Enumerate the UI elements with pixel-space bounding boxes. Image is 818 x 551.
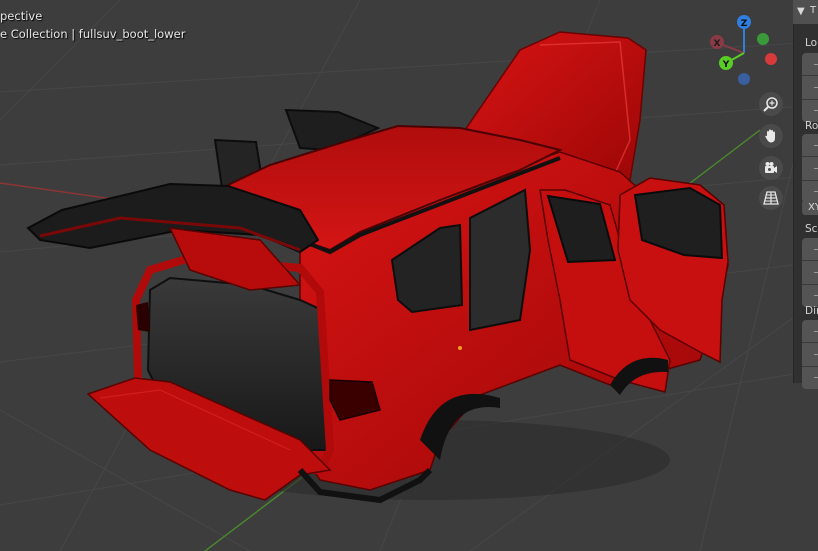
dimensions-label: Dir	[805, 305, 818, 317]
pan-button[interactable]	[759, 124, 783, 148]
grid-icon	[763, 191, 779, 205]
dimensions-fields[interactable]	[802, 320, 818, 389]
panel-tab-header[interactable]: ▼ T	[793, 0, 818, 24]
panel-tab-label: T	[810, 5, 817, 16]
rotation-mode-dropdown[interactable]: XY	[802, 200, 818, 215]
location-label: Lo	[805, 37, 818, 49]
orientation-gizmo[interactable]: Z X Y	[710, 15, 777, 85]
zoom-icon	[763, 97, 778, 112]
gizmo-z-label: Z	[741, 19, 748, 29]
3d-viewport[interactable]: Z X Y pective e Collection | fullsuv_boo…	[0, 0, 818, 551]
hand-icon	[765, 129, 775, 143]
gizmo-y-label: Y	[722, 60, 730, 70]
scale-fields[interactable]	[802, 238, 818, 307]
chevron-down-icon: ▼	[797, 6, 805, 17]
collection-path-label: e Collection | fullsuv_boot_lower	[0, 27, 186, 41]
camera-view-button[interactable]	[759, 156, 783, 180]
rotation-fields[interactable]	[802, 134, 818, 203]
view-name-label: pective	[0, 9, 43, 23]
location-fields[interactable]	[802, 53, 818, 122]
camera-icon	[765, 162, 777, 173]
rotation-label: Ro	[805, 120, 818, 132]
gizmo-x-label: X	[714, 39, 721, 49]
scale-label: Sc	[805, 223, 818, 235]
car-model[interactable]	[26, 31, 729, 504]
zoom-button[interactable]	[759, 92, 783, 116]
perspective-toggle-button[interactable]	[759, 186, 783, 210]
scene-canvas[interactable]: Z X Y	[0, 0, 818, 551]
